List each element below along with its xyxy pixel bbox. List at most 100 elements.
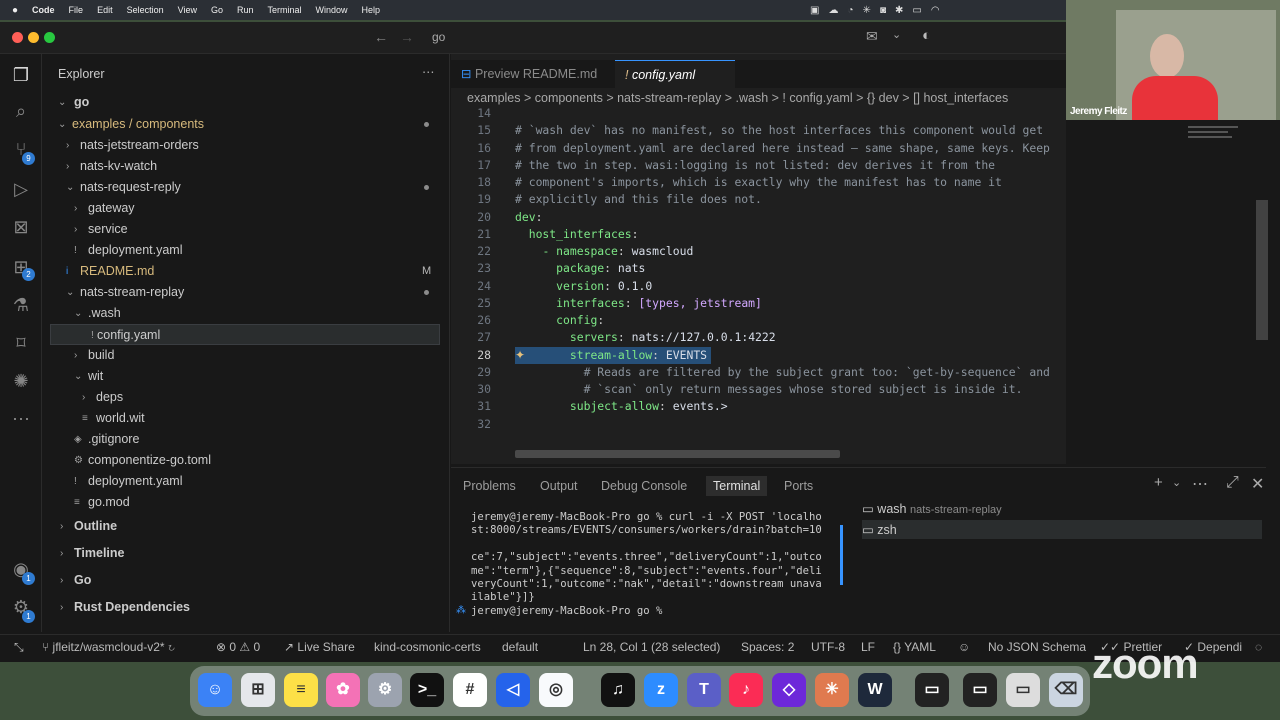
apple-icon[interactable]: ●: [12, 5, 18, 16]
section-timeline[interactable]: › Timeline: [42, 543, 442, 564]
sync-icon[interactable]: ◔: [848, 5, 854, 16]
bluetooth-icon[interactable]: ✱: [895, 5, 903, 16]
terminal-app-icon[interactable]: >_: [410, 673, 444, 707]
chevron-down-icon[interactable]: ⌄: [1172, 476, 1181, 489]
section-rust-dependencies[interactable]: › Rust Dependencies: [42, 597, 442, 618]
explorer-icon[interactable]: ❐: [8, 62, 34, 88]
menu-app[interactable]: Code: [32, 5, 55, 15]
system-settings-icon[interactable]: ⚙: [368, 673, 402, 707]
creative-cloud-icon[interactable]: ☁: [829, 5, 839, 16]
minimize-window-button[interactable]: [28, 32, 39, 43]
slack-icon[interactable]: #: [453, 673, 487, 707]
menu-help[interactable]: Help: [362, 5, 381, 15]
copilot-icon[interactable]: ☺: [958, 640, 970, 654]
tree-item[interactable]: i README.md M: [42, 261, 442, 282]
zoom-app-icon[interactable]: z: [644, 673, 678, 707]
remote-icon[interactable]: ⤡: [14, 640, 24, 655]
terminal-item-zsh[interactable]: ▭ zsh: [862, 520, 1262, 539]
command-center-search[interactable]: go: [432, 30, 445, 44]
menu-view[interactable]: View: [178, 5, 197, 15]
tab-debug-console[interactable]: Debug Console: [601, 476, 687, 496]
menu-edit[interactable]: Edit: [97, 5, 113, 15]
tree-item[interactable]: › service: [42, 219, 442, 240]
tree-item[interactable]: › nats-kv-watch: [42, 156, 442, 177]
testing-icon[interactable]: ⚗: [8, 292, 34, 318]
json-schema[interactable]: No JSON Schema: [988, 640, 1086, 654]
finder-icon[interactable]: ☺: [198, 673, 232, 707]
vertical-scrollbar[interactable]: [1256, 200, 1268, 340]
tree-item[interactable]: ⌄ wit: [42, 366, 442, 387]
tree-item[interactable]: ≡ go.mod: [42, 492, 442, 513]
kubernetes-icon[interactable]: ✺: [8, 368, 34, 394]
branch-item[interactable]: ⑂ jfleitz/wasmcloud-v2* ↻: [42, 640, 175, 654]
explorer-root[interactable]: ⌄ go: [42, 92, 442, 113]
extension-icon[interactable]: ✳: [863, 5, 871, 16]
remote-explorer-icon[interactable]: ⊠: [8, 214, 34, 240]
tab-problems[interactable]: Problems: [463, 476, 516, 496]
zoom-status-icon[interactable]: ◙: [880, 5, 886, 16]
tab-ports[interactable]: Ports: [784, 476, 813, 496]
tree-item[interactable]: ! deployment.yaml: [42, 471, 442, 492]
tab-terminal[interactable]: Terminal: [706, 476, 768, 496]
close-panel-icon[interactable]: ✕: [1251, 474, 1264, 494]
battery-icon[interactable]: ▭: [912, 5, 921, 16]
run-debug-icon[interactable]: ▷: [8, 176, 34, 202]
code-editor[interactable]: 14 15 # `wash dev` has no manifest, so the…: [451, 106, 1066, 446]
menu-window[interactable]: Window: [316, 5, 348, 15]
tree-item[interactable]: ⌄ examples / components: [42, 114, 442, 135]
tree-item[interactable]: ⌄ .wash: [42, 303, 442, 324]
new-terminal-plus-icon[interactable]: +: [1154, 474, 1163, 491]
back-arrow-icon[interactable]: ←: [374, 29, 388, 45]
menu-terminal[interactable]: Terminal: [268, 5, 302, 15]
tab-output[interactable]: Output: [540, 476, 578, 496]
tree-item[interactable]: ⚙ componentize-go.toml: [42, 450, 442, 471]
problems-item[interactable]: ⊗ 0 ⚠ 0: [216, 640, 260, 654]
end-of-line[interactable]: LF: [861, 640, 875, 654]
sparkle-icon[interactable]: ✦: [515, 348, 525, 362]
screen-share-icon[interactable]: ▣: [810, 5, 819, 16]
bookmark-icon[interactable]: ⌑: [8, 330, 34, 356]
menu-go[interactable]: Go: [211, 5, 223, 15]
tree-item[interactable]: ≡ world.wit: [42, 408, 442, 429]
copilot-chat-icon[interactable]: ✉: [866, 28, 878, 45]
tree-item[interactable]: › gateway: [42, 198, 442, 219]
section-outline[interactable]: › Outline: [42, 516, 442, 537]
layout-toggle-icon[interactable]: ◐: [922, 27, 931, 44]
window-thumb-icon[interactable]: ▭: [963, 673, 997, 707]
tree-item[interactable]: ⌄ nats-stream-replay: [42, 282, 442, 303]
tree-item[interactable]: › deps: [42, 387, 442, 408]
teams-icon[interactable]: T: [687, 673, 721, 707]
cursor-position[interactable]: Ln 28, Col 1 (28 selected): [583, 640, 720, 654]
encoding[interactable]: UTF-8: [811, 640, 845, 654]
terminal-item-wash[interactable]: ▭ wash nats-stream-replay: [862, 501, 1002, 516]
more-actions-icon[interactable]: ⋯: [1192, 474, 1208, 494]
claude-icon[interactable]: ✳: [815, 673, 849, 707]
notifications-bell-icon[interactable]: ◌: [1255, 640, 1262, 654]
search-icon[interactable]: ⌕: [8, 98, 34, 124]
window-thumb-icon[interactable]: ▭: [1006, 673, 1040, 707]
trash-icon[interactable]: ⌫: [1049, 673, 1083, 707]
forward-arrow-icon[interactable]: →: [400, 29, 414, 45]
notes-icon[interactable]: ≡: [284, 673, 318, 707]
tree-item[interactable]: › build: [42, 345, 442, 366]
kube-namespace[interactable]: default: [502, 640, 538, 654]
photos-icon[interactable]: ✿: [326, 673, 360, 707]
more-icon[interactable]: ⋯: [8, 406, 34, 432]
linear-icon[interactable]: ◇: [772, 673, 806, 707]
webex-icon[interactable]: W: [858, 673, 892, 707]
window-thumb-icon[interactable]: ▭: [915, 673, 949, 707]
maximize-panel-icon[interactable]: ⤢: [1226, 474, 1239, 492]
zoom-window-button[interactable]: [44, 32, 55, 43]
section-go[interactable]: › Go: [42, 570, 442, 591]
indentation[interactable]: Spaces: 2: [741, 640, 794, 654]
menu-selection[interactable]: Selection: [127, 5, 164, 15]
tree-item[interactable]: ◈ .gitignore: [42, 429, 442, 450]
spotify-icon[interactable]: ♫: [601, 673, 635, 707]
horizontal-scrollbar[interactable]: [515, 450, 840, 458]
language-mode[interactable]: {} YAML: [893, 640, 936, 654]
minimap[interactable]: [1188, 120, 1248, 150]
tree-item[interactable]: ⌄ nats-request-reply: [42, 177, 442, 198]
chrome-icon[interactable]: ◎: [539, 673, 573, 707]
close-window-button[interactable]: [12, 32, 23, 43]
tab-preview-readme[interactable]: ⊟ Preview README.md: [451, 60, 611, 88]
